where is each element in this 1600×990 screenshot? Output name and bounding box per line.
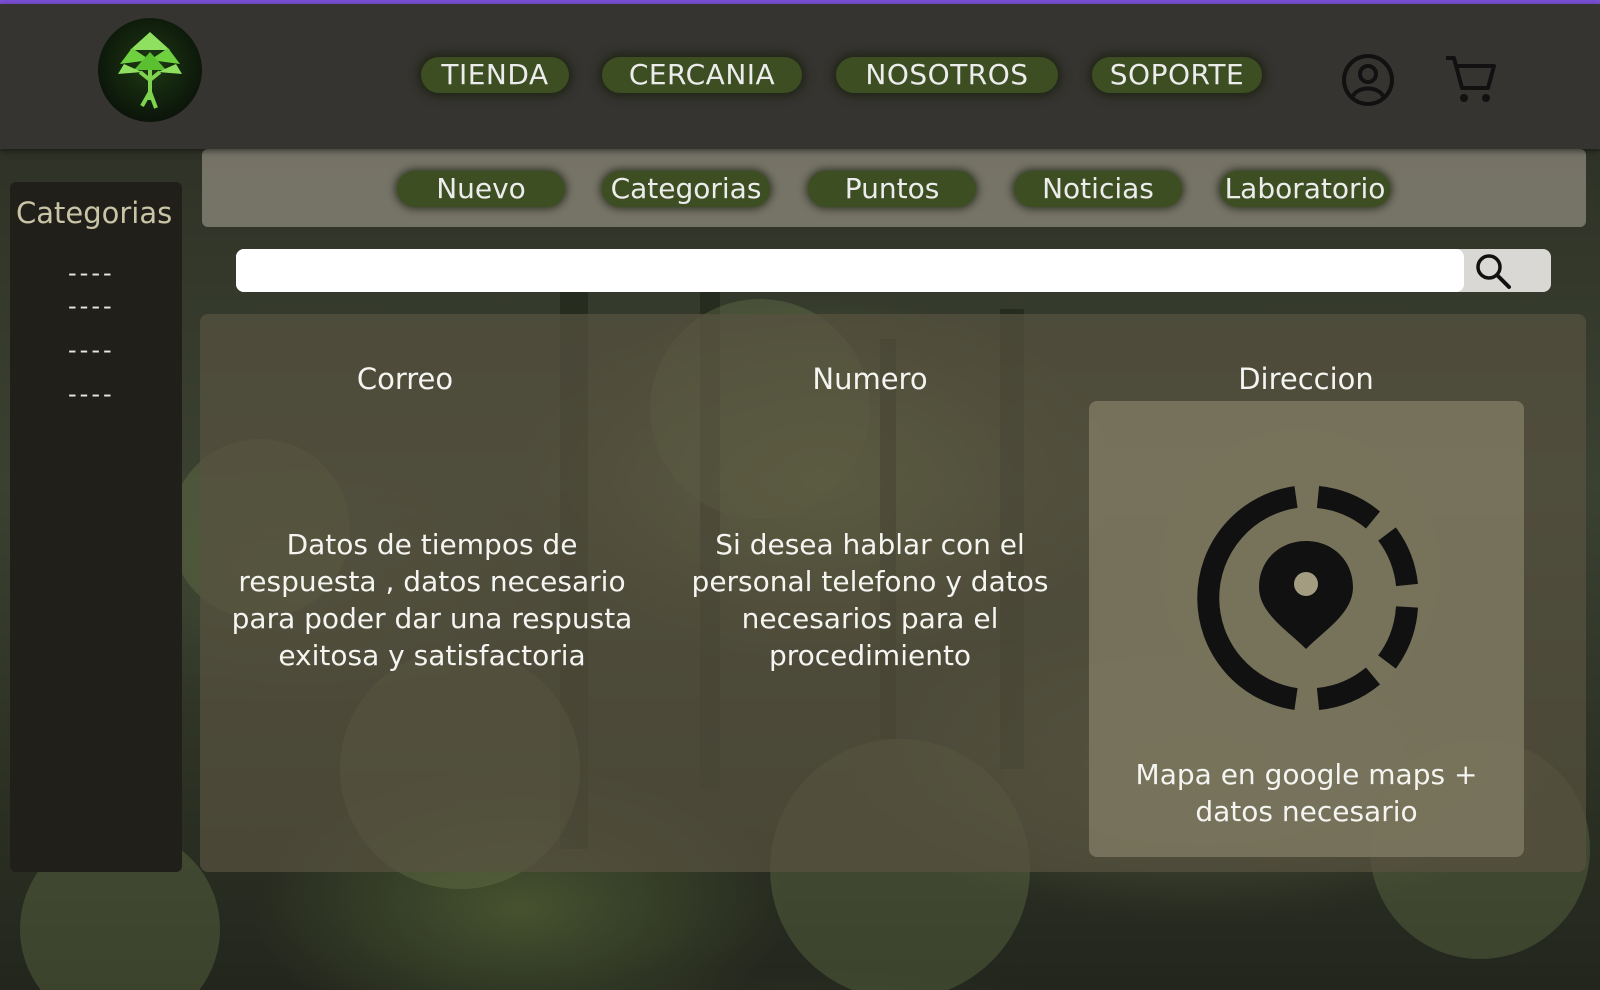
location-pin-icon (1197, 486, 1418, 710)
sidebar-item[interactable]: ---- (68, 259, 115, 287)
map-card[interactable]: Mapa en google maps + datos necesario (1089, 401, 1524, 857)
tab-nuevo[interactable]: Nuevo (397, 171, 565, 207)
nav-cercania[interactable]: CERCANIA (602, 57, 802, 93)
user-circle-icon[interactable] (1340, 52, 1396, 108)
tab-noticias[interactable]: Noticias (1014, 171, 1182, 207)
sidebar-item[interactable]: ---- (68, 292, 115, 320)
tab-laboratorio[interactable]: Laboratorio (1220, 171, 1390, 207)
nav-tienda[interactable]: TIENDA (421, 57, 569, 93)
phone-title: Numero (812, 362, 928, 396)
nav-nosotros[interactable]: NOSOTROS (836, 57, 1058, 93)
search-input[interactable] (236, 249, 1464, 292)
sidebar-item[interactable]: ---- (68, 380, 115, 408)
tree-logo[interactable] (98, 18, 202, 122)
tree-logo-icon (118, 32, 182, 109)
phone-description: Si desea hablar con el personal telefono… (691, 528, 1049, 672)
tab-puntos[interactable]: Puntos (808, 171, 976, 207)
email-description: Datos de tiempos de respuesta , datos ne… (231, 528, 633, 672)
map-description: Mapa en google maps + datos necesario (1135, 758, 1478, 828)
contact-panel: Correo Datos de tiempos de respuesta , d… (200, 314, 1586, 872)
shopping-cart-icon[interactable] (1442, 52, 1498, 108)
sidebar-title: Categorias (16, 196, 173, 230)
top-header: TIENDA CERCANIA NOSOTROS SOPORTE (0, 4, 1600, 149)
email-title: Correo (356, 362, 454, 396)
sidebar-item[interactable]: ---- (68, 336, 115, 364)
secondary-nav-bar: Nuevo Categorias Puntos Noticias Laborat… (202, 149, 1586, 227)
search-icon[interactable] (1468, 251, 1518, 291)
search-bar (236, 249, 1551, 292)
address-title: Direccion (1238, 362, 1374, 396)
tab-categorias[interactable]: Categorias (602, 171, 770, 207)
categories-sidebar: Categorias ---- ---- ---- ---- (10, 182, 182, 872)
nav-soporte[interactable]: SOPORTE (1092, 57, 1262, 93)
